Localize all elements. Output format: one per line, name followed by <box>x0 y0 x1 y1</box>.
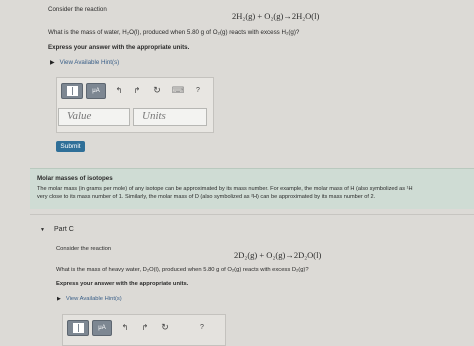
submit-button[interactable]: Submit <box>56 141 85 152</box>
answer-panel-b: μA ↰ ↱ ↻ ⌨ ? Value Units <box>56 77 214 133</box>
caret-right-icon: ▶ <box>57 296 61 302</box>
reaction-intro-c: Consider the reaction <box>56 246 112 252</box>
part-c-label: Part C <box>53 226 74 233</box>
templates-button[interactable] <box>67 320 89 336</box>
part-c-header[interactable]: ▼ Part C <box>40 226 74 233</box>
redo-icon[interactable]: ↱ <box>131 83 143 97</box>
view-hints-label: View Available Hint(s) <box>59 59 120 66</box>
math-toolbar-c: μA ↰ ↱ ↻ ? <box>67 320 217 336</box>
keyboard-icon[interactable]: ⌨ <box>171 83 185 97</box>
reaction-intro-b: Consider the reaction <box>48 6 107 13</box>
question-c: What is the mass of heavy water, D₂O(l),… <box>56 267 309 273</box>
templates-button[interactable] <box>61 83 83 99</box>
value-input[interactable]: Value <box>58 108 130 126</box>
info-box-text-line1: The molar mass (in grams per mole) of an… <box>37 186 413 192</box>
caret-down-icon: ▼ <box>40 226 45 233</box>
caret-right-icon: ▶ <box>50 60 55 66</box>
answer-panel-c: μA ↰ ↱ ↻ ? <box>62 314 226 346</box>
question-b: What is the mass of water, H₂O(l), produ… <box>48 29 300 36</box>
help-icon[interactable]: ? <box>193 83 203 97</box>
info-box-title: Molar masses of isotopes <box>37 175 113 182</box>
math-toolbar-b: μA ↰ ↱ ↻ ⌨ ? <box>61 83 209 99</box>
reaction-equation-b: 2H₂(g) + O₂(g)→2H₂O(l) <box>232 11 320 21</box>
instruction-c: Express your answer with the appropriate… <box>56 281 189 287</box>
info-box-text-line2: very close to its mass number of 1. Simi… <box>37 194 376 200</box>
view-hints-link-c[interactable]: ▶ View Available Hint(s) <box>57 296 122 302</box>
reaction-equation-c: 2D₂(g) + O₂(g)→2D₂O(l) <box>234 250 322 260</box>
instruction-b: Express your answer with the appropriate… <box>48 44 190 51</box>
templates-icon <box>66 86 78 96</box>
undo-icon[interactable]: ↰ <box>113 83 125 97</box>
view-hints-link-b[interactable]: ▶ View Available Hint(s) <box>50 59 119 66</box>
info-box: Molar masses of isotopes The molar mass … <box>30 168 474 209</box>
micro-units-button[interactable]: μA <box>86 83 106 99</box>
view-hints-label: View Available Hint(s) <box>65 296 122 302</box>
section-divider <box>30 214 474 215</box>
reset-icon[interactable]: ↻ <box>151 83 163 97</box>
micro-units-button[interactable]: μA <box>92 320 112 336</box>
units-input[interactable]: Units <box>133 108 207 126</box>
